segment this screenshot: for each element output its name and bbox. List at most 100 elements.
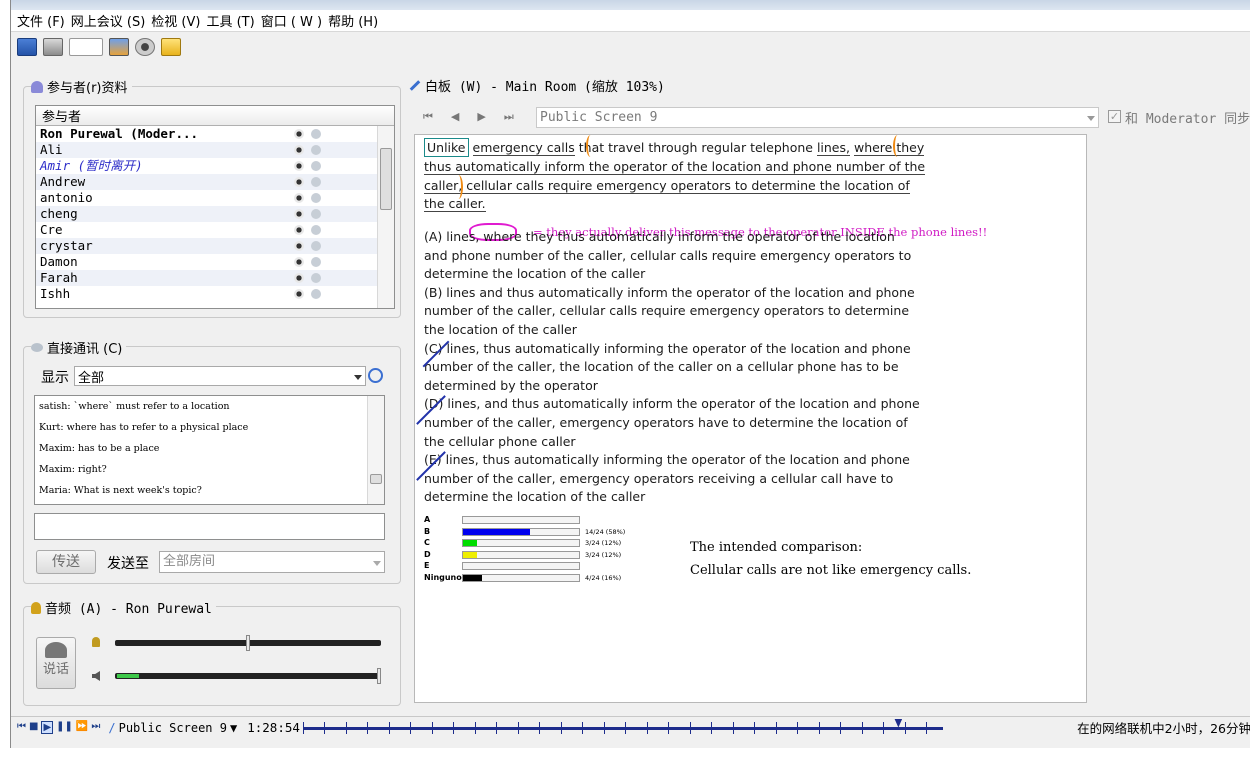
menu-help[interactable]: 帮助 (H) (328, 11, 378, 30)
question-line-3: caller, cellular calls require emergency… (424, 178, 910, 194)
send-to-select[interactable]: 全部房间 (159, 551, 385, 573)
skip-end-icon[interactable]: ⏭ (91, 721, 100, 734)
whiteboard-canvas[interactable]: Unlike emergency calls that travel throu… (414, 134, 1087, 703)
choice-line: (E) lines, thus automatically informing … (424, 452, 910, 468)
chevron-down-icon: ▼ (229, 720, 238, 735)
chat-scrollbar[interactable] (367, 396, 384, 504)
whiteboard-title: 白板 (W) - Main Room (缩放 103%) (409, 76, 669, 95)
chat-input[interactable] (34, 513, 385, 540)
first-page-icon[interactable]: ⏮ (423, 110, 433, 124)
clock-icon[interactable] (368, 368, 383, 383)
chat-filter-select[interactable]: 全部 (74, 366, 366, 386)
participant-row[interactable]: Andrew (36, 174, 394, 190)
timeline-tick (560, 721, 562, 734)
intended-comparison-line-1: The intended comparison: (690, 540, 863, 555)
participant-row[interactable]: Cre (36, 222, 394, 238)
poll-results: A B 14/24 (58%) C 3/24 (12%) D 3/24 (12%) E Ning… (424, 515, 630, 601)
scroll-thumb[interactable] (380, 148, 392, 210)
chat-bubble-icon (311, 273, 321, 283)
menu-window[interactable]: 窗口 ( W ) (261, 11, 322, 30)
underlined-text: lines, (816, 140, 850, 156)
notes-icon[interactable] (161, 38, 181, 56)
poll-row: A (424, 515, 630, 526)
speaker-slider-thumb[interactable] (377, 668, 381, 684)
timeline-track (302, 726, 943, 730)
poll-bar-fill (463, 540, 477, 546)
screen-dropdown[interactable]: / Public Screen 9 ▼ (108, 721, 237, 735)
print-icon[interactable] (43, 38, 63, 56)
layout-dropdown-icon[interactable] (69, 38, 103, 56)
participant-name: cheng (40, 206, 78, 221)
participants-icon (31, 80, 43, 93)
poll-value: 3/24 (12%) (585, 550, 622, 559)
poll-row: D 3/24 (12%) (424, 550, 630, 561)
orange-bracket (893, 135, 902, 157)
participant-row[interactable]: cheng (36, 206, 394, 222)
timeline-tick (539, 721, 541, 734)
menu-view[interactable]: 检视 (V) (151, 11, 200, 30)
participant-row[interactable]: crystar (36, 238, 394, 254)
mic-level-slider[interactable] (115, 635, 381, 651)
participant-scrollbar[interactable] (377, 126, 394, 308)
timeline-tick (453, 721, 455, 734)
participant-list: 参与者 Ron Purewal (Moder... Ali Amir (暂时离开) A… (35, 105, 395, 309)
pause-icon[interactable]: ❚❚ (56, 721, 73, 734)
participant-row[interactable]: Damon (36, 254, 394, 270)
choice-line: (C) lines, thus automatically informing … (424, 340, 911, 356)
webcam-icon (294, 145, 304, 155)
poll-label: B (424, 526, 431, 536)
scroll-thumb[interactable] (370, 474, 382, 484)
timeline-tick (775, 721, 777, 734)
chat-title: 直接通讯 (C) (31, 338, 127, 357)
menu-meeting[interactable]: 网上会议 (S) (71, 11, 146, 30)
menu-tools[interactable]: 工具 (T) (206, 11, 254, 30)
participant-row[interactable]: antonio (36, 190, 394, 206)
unlike-box: Unlike (424, 138, 469, 157)
next-page-icon[interactable]: ▶ (477, 110, 485, 124)
prev-page-icon[interactable]: ◀ (451, 110, 459, 124)
screen-select[interactable]: Public Screen 9 (536, 107, 1099, 128)
last-page-icon[interactable]: ⏭ (504, 110, 514, 124)
chat-message: Kurt: where has to refer to a physical p… (39, 422, 249, 433)
intended-comparison-line-2: Cellular calls are not like emergency ca… (690, 563, 972, 578)
poll-bar-fill (463, 551, 477, 558)
orange-bracket (454, 175, 463, 199)
chat-bubble-icon (311, 209, 321, 219)
participant-row[interactable]: Ishh (36, 286, 394, 302)
choice-line: number of the caller, emergency operator… (424, 470, 894, 486)
participant-row[interactable]: Ali (36, 142, 394, 158)
rewind-start-icon[interactable]: ⏮ (17, 721, 26, 734)
participant-row[interactable]: Farah (36, 270, 394, 286)
underlined-text: emergency calls (472, 140, 575, 156)
speaker-level-slider[interactable] (115, 668, 381, 684)
poll-row: Ninguno 4/24 (16%) (424, 573, 630, 584)
poll-bar-fill (463, 528, 531, 535)
microphone-icon (31, 601, 41, 614)
choice-line: (A) lines, where they thus automatically… (424, 229, 895, 244)
talk-button[interactable]: 说话 (36, 637, 76, 689)
participant-row[interactable]: Ron Purewal (Moder... (36, 126, 394, 142)
moderator-sync-checkbox[interactable]: ✓ (1108, 110, 1121, 123)
poll-row: E (424, 561, 630, 572)
playback-controls: ⏮ ■ ▶ ❚❚ ⏩ ⏭ (17, 721, 100, 734)
play-icon[interactable]: ▶ (41, 721, 54, 734)
timeline-tick (840, 721, 842, 734)
save-icon[interactable] (17, 38, 37, 56)
webcam-icon (294, 241, 304, 251)
timeline[interactable] (302, 718, 943, 737)
stop-icon[interactable]: ■ (29, 721, 38, 734)
webcam-icon (294, 209, 304, 219)
share-screen-icon[interactable] (109, 38, 129, 56)
send-button[interactable]: 传送 (36, 550, 96, 574)
timeline-tick (818, 721, 820, 734)
mic-slider-thumb[interactable] (246, 635, 250, 651)
fast-forward-icon[interactable]: ⏩ (76, 721, 88, 734)
send-to-label: 发送至 (107, 556, 149, 572)
poll-bar-track (462, 562, 580, 570)
timeline-tick (754, 721, 756, 734)
menu-file[interactable]: 文件 (F) (17, 11, 65, 30)
speaker-activity (117, 674, 139, 678)
participant-row[interactable]: Amir (暂时离开) (36, 158, 394, 174)
webcam-icon[interactable] (135, 38, 155, 56)
timeline-tick (431, 721, 433, 734)
